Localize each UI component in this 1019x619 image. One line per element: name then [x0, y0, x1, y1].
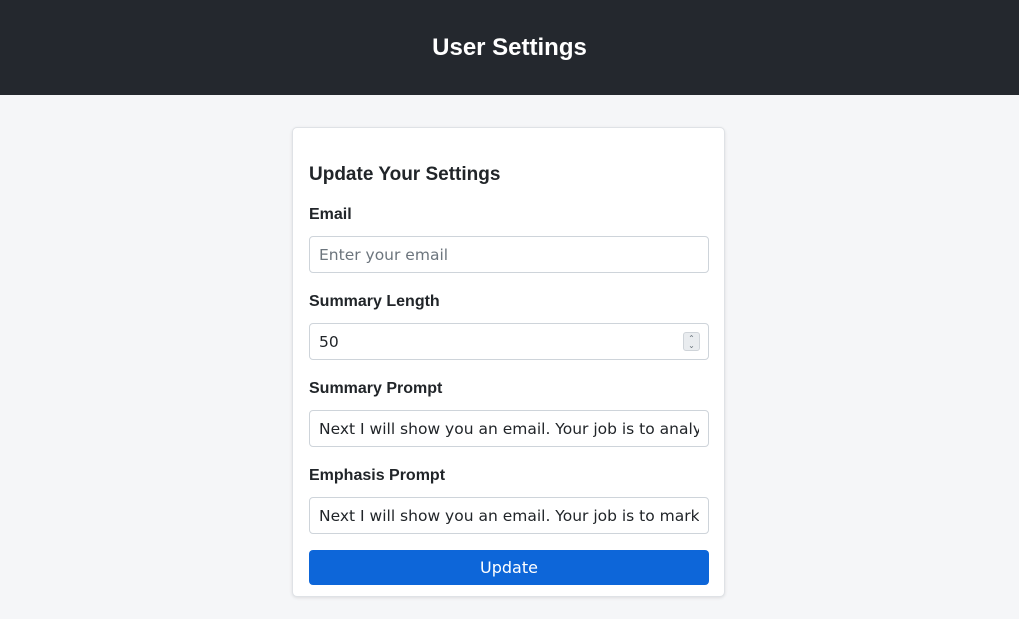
page-header: User Settings: [0, 0, 1019, 95]
update-button[interactable]: Update: [309, 550, 709, 585]
email-label: Email: [309, 206, 352, 223]
summary-prompt-input[interactable]: [309, 410, 709, 447]
emphasis-prompt-label: Emphasis Prompt: [309, 467, 446, 484]
summary-length-label: Summary Length: [309, 293, 440, 310]
summary-length-wrapper: ⌃ ⌄: [309, 323, 709, 360]
summary-prompt-wrapper: [309, 410, 709, 447]
form-title: Update Your Settings: [309, 164, 501, 185]
emphasis-prompt-input[interactable]: [309, 497, 709, 534]
chevron-down-icon[interactable]: ⌄: [688, 341, 695, 349]
spinner-up-down-icon[interactable]: ⌃ ⌄: [683, 332, 700, 351]
emphasis-prompt-wrapper: [309, 497, 709, 534]
email-field-wrapper: [309, 236, 709, 273]
summary-length-input[interactable]: [309, 323, 709, 360]
settings-card: Update Your Settings Email Summary Lengt…: [292, 127, 725, 597]
summary-prompt-label: Summary Prompt: [309, 380, 443, 397]
email-input[interactable]: [309, 236, 709, 273]
page-title: User Settings: [432, 33, 587, 61]
